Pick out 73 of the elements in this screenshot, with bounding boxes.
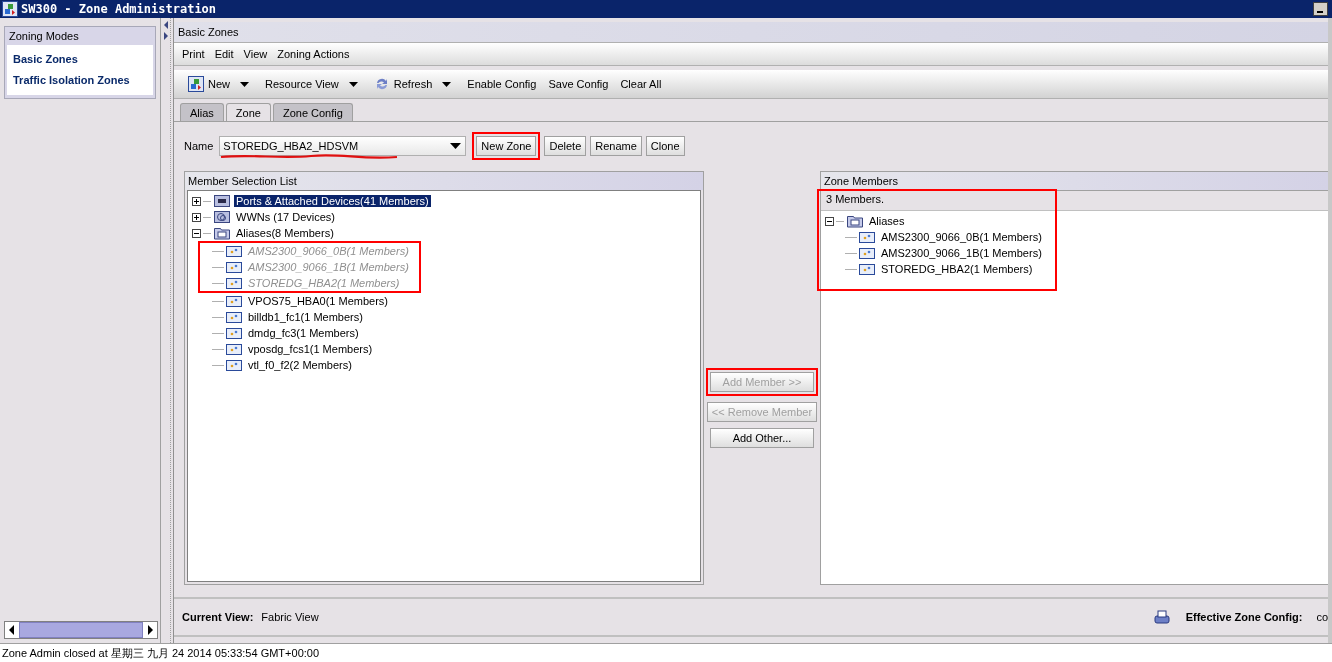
zone-button[interactable]: New Zone (476, 136, 537, 156)
tree-item[interactable]: Aliases (867, 215, 907, 227)
alias-icon (226, 342, 242, 356)
footer-value: Fabric View (261, 611, 319, 623)
alias-icon (859, 230, 875, 244)
horizontal-scrollbar[interactable] (4, 621, 158, 639)
tab[interactable]: Zone (225, 103, 271, 121)
folder-icon (847, 214, 863, 228)
menu-item[interactable]: Edit (214, 48, 234, 60)
tab[interactable]: Alias (180, 103, 224, 121)
folder-icon (214, 226, 230, 240)
menu-item[interactable]: View (243, 48, 268, 60)
collapse-icon[interactable] (192, 228, 201, 238)
alias-icon (226, 244, 242, 258)
menu-item[interactable]: Zoning Actions (277, 48, 350, 60)
tree-item[interactable]: VPOS75_HBA0(1 Members) (246, 295, 390, 307)
expand-icon[interactable] (192, 212, 201, 222)
tree-item[interactable]: STOREDG_HBA2(1 Members) (879, 263, 1035, 275)
caret-icon (450, 143, 462, 149)
collapse-arrows-icon (162, 20, 169, 41)
alias-icon (859, 262, 875, 276)
zone-button[interactable]: Delete (544, 136, 587, 156)
toolbar-button[interactable]: New (186, 74, 236, 94)
alias-icon (226, 276, 242, 290)
collapse-icon[interactable] (825, 216, 834, 226)
field-label: Name (184, 140, 214, 152)
tree-item[interactable]: WWNs (17 Devices) (234, 211, 337, 223)
toolbar-button[interactable]: Clear All (618, 76, 668, 92)
tree-item[interactable]: vtl_f0_f2(2 Members) (246, 359, 354, 371)
alias-icon (226, 326, 242, 340)
caret-icon (240, 81, 249, 87)
member-button[interactable]: Add Other... (710, 428, 814, 448)
toolbar-button[interactable]: Save Config (546, 76, 615, 92)
alias-icon (226, 358, 242, 372)
tree-item[interactable]: Aliases(8 Members) (234, 227, 336, 239)
minimize-icon (1313, 2, 1328, 16)
port-icon (214, 194, 230, 208)
tree-item[interactable]: vposdg_fcs1(1 Members) (246, 343, 375, 355)
zone-button[interactable]: Clone (645, 136, 685, 156)
zone-name-dropdown[interactable]: STOREDG_HBA2_HDSVM (219, 136, 467, 156)
footer-label: Effective Zone Config: (1185, 611, 1303, 623)
toolbar-button[interactable]: Enable Config (465, 76, 543, 92)
tree-item[interactable]: Ports & Attached Devices(41 Members) (234, 195, 431, 207)
new-item-icon (188, 76, 204, 92)
new-item-icon (2, 1, 18, 17)
expand-icon[interactable] (192, 196, 201, 206)
tree-item[interactable]: billdb1_fc1(1 Members) (246, 311, 365, 323)
zone-button[interactable]: Rename (590, 136, 642, 156)
sidebar-link[interactable]: Traffic Isolation Zones (13, 70, 147, 91)
tree-item[interactable]: dmdg_fc3(1 Members) (246, 327, 361, 339)
sidebar-link[interactable]: Basic Zones (13, 49, 147, 70)
menu-item[interactable]: Print (182, 48, 205, 60)
tab[interactable]: Zone Config (272, 103, 353, 121)
window-title: SW300 - Zone Administration (21, 2, 217, 16)
toolbar-button[interactable]: Resource View (263, 76, 345, 92)
footer-label: Current View: (182, 611, 254, 623)
member-count: 3 Members. (821, 191, 1328, 211)
tree-item[interactable]: AMS2300_9066_0B(1 Members) (879, 231, 1044, 243)
panel-title: Basic Zones (174, 22, 1328, 43)
status-bar: Zone Admin closed at 星期三 九月 24 2014 05:33:54 GMT+00:00 (0, 643, 1332, 662)
footer-value: co (1316, 611, 1328, 623)
printer-icon (1153, 609, 1170, 625)
caret-icon (348, 81, 358, 87)
alias-icon (226, 260, 242, 274)
alias-icon (859, 246, 875, 260)
toolbar-button[interactable]: Refresh (371, 74, 439, 94)
panel-header: Member Selection List (185, 172, 703, 190)
panel-header: Zone Members (821, 172, 1328, 190)
device-icon (214, 210, 230, 224)
tree-item[interactable]: AMS2300_9066_1B(1 Members) (879, 247, 1044, 259)
caret-icon (442, 81, 452, 87)
alias-icon (226, 294, 242, 308)
alias-icon (226, 310, 242, 324)
